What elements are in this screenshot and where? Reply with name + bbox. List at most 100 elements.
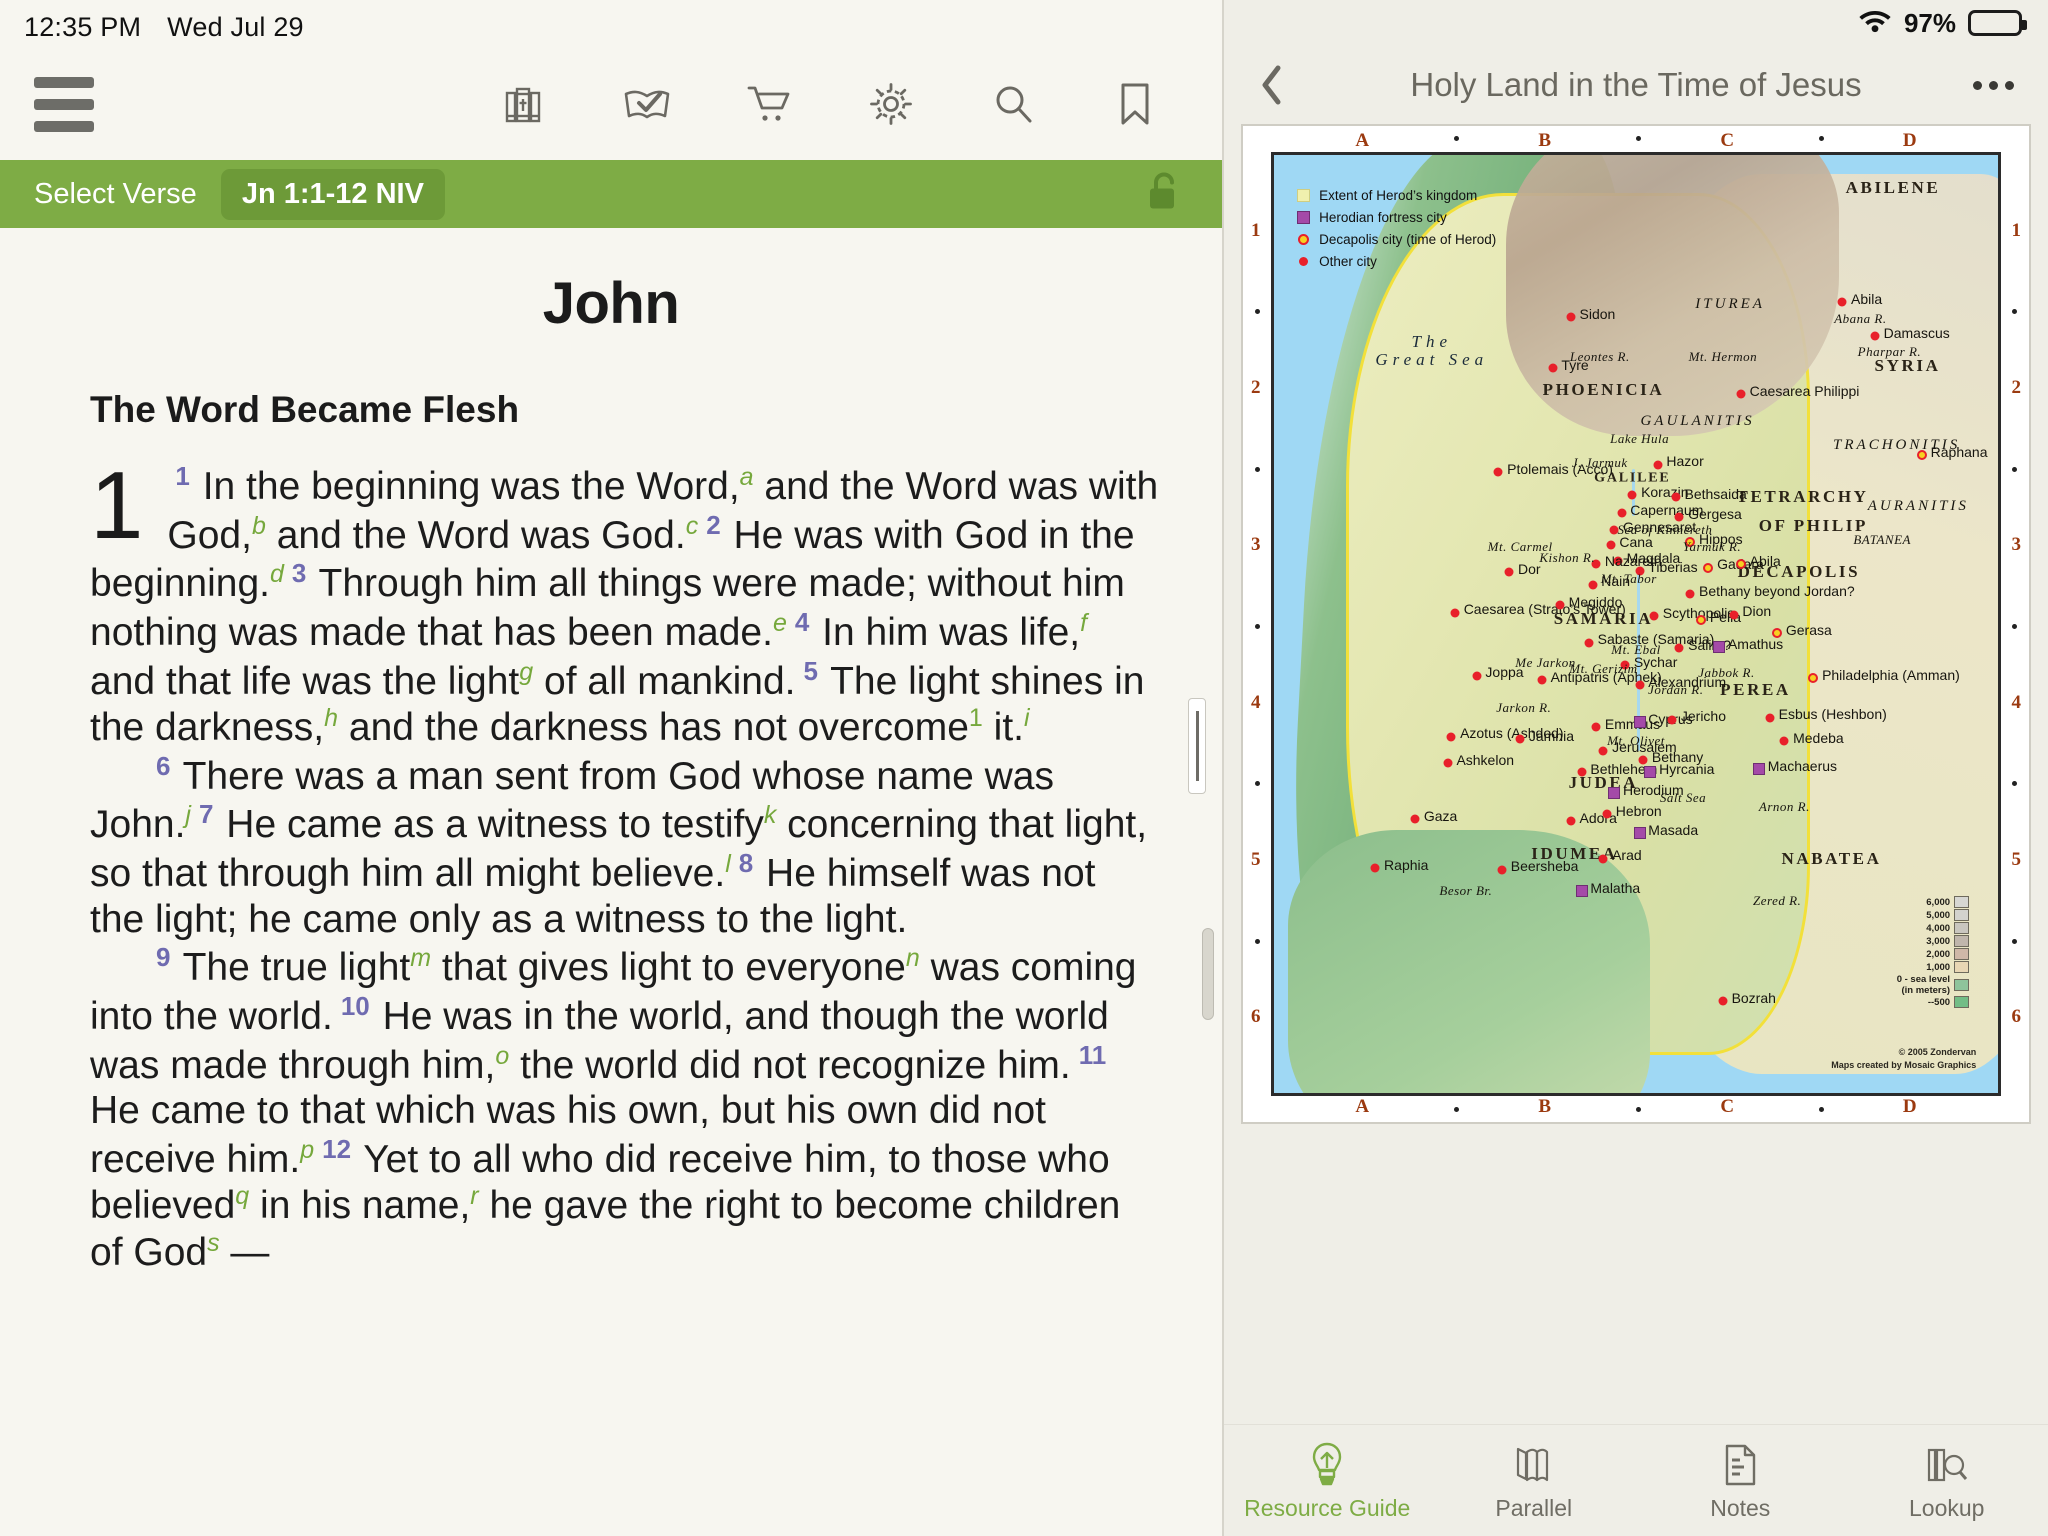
city-marker-other[interactable] <box>1566 816 1576 826</box>
verse-number[interactable]: 7 <box>191 799 215 829</box>
cross-reference-marker[interactable]: m <box>410 944 431 972</box>
city-marker-other[interactable] <box>1591 722 1601 732</box>
city-marker-other[interactable] <box>1667 715 1677 725</box>
city-label[interactable]: Megiddo <box>1569 595 1623 610</box>
city-marker-other[interactable] <box>1627 490 1637 500</box>
cross-reference-marker[interactable]: n <box>906 944 920 972</box>
city-label[interactable]: Jamnia <box>1529 729 1574 744</box>
city-label[interactable]: Arad <box>1612 848 1642 863</box>
verse-number[interactable]: 2 <box>698 510 722 540</box>
cross-reference-marker[interactable]: l <box>725 850 731 878</box>
city-label[interactable]: Gergesa <box>1688 507 1742 522</box>
city-marker-other[interactable] <box>1493 467 1503 477</box>
verse-number[interactable]: 3 <box>284 558 308 588</box>
city-marker-other[interactable] <box>1410 814 1420 824</box>
city-marker-fortress[interactable] <box>1644 766 1657 779</box>
city-label[interactable]: Gaza <box>1424 809 1457 824</box>
city-label[interactable]: Bozrah <box>1732 991 1776 1006</box>
cross-reference-marker[interactable]: i <box>1024 704 1030 732</box>
hamburger-menu-icon[interactable] <box>34 76 98 132</box>
cross-reference-marker[interactable]: f <box>1080 609 1087 637</box>
cross-reference-marker[interactable]: q <box>235 1182 249 1210</box>
city-label[interactable]: Raphana <box>1931 445 1988 460</box>
city-marker-other[interactable] <box>1837 297 1847 307</box>
city-marker-other[interactable] <box>1729 610 1739 620</box>
city-label[interactable]: Sidon <box>1580 307 1616 322</box>
city-marker-other[interactable] <box>1515 734 1525 744</box>
city-label[interactable]: Damascus <box>1884 326 1950 341</box>
city-label[interactable]: Gerasa <box>1786 623 1832 638</box>
city-label[interactable]: Esbus (Heshbon) <box>1779 707 1887 722</box>
city-marker-other[interactable] <box>1765 713 1775 723</box>
map-canvas[interactable]: Extent of Herod’s kingdom Herodian fortre… <box>1241 124 2031 1124</box>
city-label[interactable]: Caesarea Philippi <box>1750 384 1860 399</box>
bookmark-icon[interactable] <box>1108 77 1162 131</box>
more-options-icon[interactable] <box>1973 80 2014 90</box>
city-marker-decapolis[interactable] <box>1916 450 1927 461</box>
city-marker-other[interactable] <box>1537 675 1547 685</box>
left-pane-scrollbar[interactable] <box>1202 928 1214 1020</box>
city-label[interactable]: Raphia <box>1384 857 1428 873</box>
verse-paragraph[interactable]: 11 In the beginning was the Word,a and t… <box>90 458 1160 751</box>
city-marker-other[interactable] <box>1443 758 1453 768</box>
store-cart-icon[interactable] <box>742 77 796 131</box>
settings-gear-icon[interactable] <box>864 77 918 131</box>
unlock-icon[interactable] <box>1144 169 1182 220</box>
city-marker-other[interactable] <box>1548 363 1558 373</box>
city-label[interactable]: Medeba <box>1793 731 1844 746</box>
city-label[interactable]: Ashkelon <box>1456 752 1514 768</box>
city-label[interactable]: Nazareth <box>1605 554 1662 569</box>
city-label[interactable]: Hyrcania <box>1659 762 1714 777</box>
cross-reference-marker[interactable]: a <box>740 463 754 491</box>
cross-reference-marker[interactable]: h <box>324 704 338 732</box>
back-chevron-icon[interactable] <box>1258 63 1284 107</box>
city-label[interactable]: Korazin <box>1641 485 1688 500</box>
city-label[interactable]: Beersheba <box>1511 859 1579 874</box>
cross-reference-marker[interactable]: d <box>270 560 284 588</box>
verse-number[interactable]: 1 <box>167 461 191 491</box>
verse-text-body[interactable]: 11 In the beginning was the Word,a and t… <box>90 458 1160 1276</box>
city-marker-other[interactable] <box>1649 611 1659 621</box>
pane-divider-handle[interactable] <box>1188 698 1206 794</box>
city-marker-other[interactable] <box>1718 996 1728 1006</box>
footnote-marker[interactable]: 1 <box>969 704 983 732</box>
city-label[interactable]: Amathus <box>1728 637 1783 652</box>
verse-number[interactable]: 11 <box>1071 1040 1109 1070</box>
city-label[interactable]: Hazor <box>1666 454 1703 469</box>
city-marker-other[interactable] <box>1446 732 1456 742</box>
city-label[interactable]: Bethany beyond Jordan? <box>1699 584 1855 599</box>
cross-reference-marker[interactable]: k <box>764 801 777 829</box>
verse-number[interactable]: 12 <box>314 1134 353 1164</box>
cross-reference-marker[interactable]: g <box>519 658 533 686</box>
city-marker-other[interactable] <box>1370 863 1380 873</box>
city-marker-fortress[interactable] <box>1575 885 1588 898</box>
library-icon[interactable] <box>498 77 552 131</box>
search-icon[interactable] <box>986 77 1040 131</box>
reading-plan-icon[interactable] <box>620 77 674 131</box>
cross-reference-marker[interactable]: c <box>686 512 699 540</box>
tab-parallel[interactable]: Parallel <box>1431 1439 1638 1522</box>
city-marker-other[interactable] <box>1566 312 1576 322</box>
city-label[interactable]: Jericho <box>1681 709 1726 724</box>
city-marker-other[interactable] <box>1602 809 1612 819</box>
verse-reference-chip[interactable]: Jn 1:1-12 NIV <box>220 168 445 220</box>
verse-number[interactable]: 10 <box>333 991 372 1021</box>
city-label[interactable]: Dor <box>1518 562 1541 577</box>
cross-reference-marker[interactable]: b <box>252 512 266 540</box>
verse-number[interactable]: 9 <box>148 942 172 972</box>
city-marker-decapolis[interactable] <box>1696 615 1707 626</box>
city-marker-other[interactable] <box>1497 865 1507 875</box>
city-marker-fortress[interactable] <box>1713 641 1726 654</box>
city-marker-other[interactable] <box>1555 600 1565 610</box>
city-label[interactable]: Dion <box>1742 604 1771 619</box>
city-marker-fortress[interactable] <box>1753 763 1766 776</box>
cross-reference-marker[interactable]: e <box>773 609 787 637</box>
city-label[interactable]: Abila <box>1750 554 1781 569</box>
city-marker-other[interactable] <box>1450 608 1460 618</box>
city-label[interactable]: Philadelphia (Amman) <box>1822 668 1960 683</box>
city-label[interactable]: Machaerus <box>1768 759 1837 774</box>
tab-notes[interactable]: Notes <box>1637 1439 1844 1522</box>
city-marker-other[interactable] <box>1685 589 1695 599</box>
city-marker-other[interactable] <box>1653 460 1663 470</box>
city-marker-other[interactable] <box>1504 567 1514 577</box>
